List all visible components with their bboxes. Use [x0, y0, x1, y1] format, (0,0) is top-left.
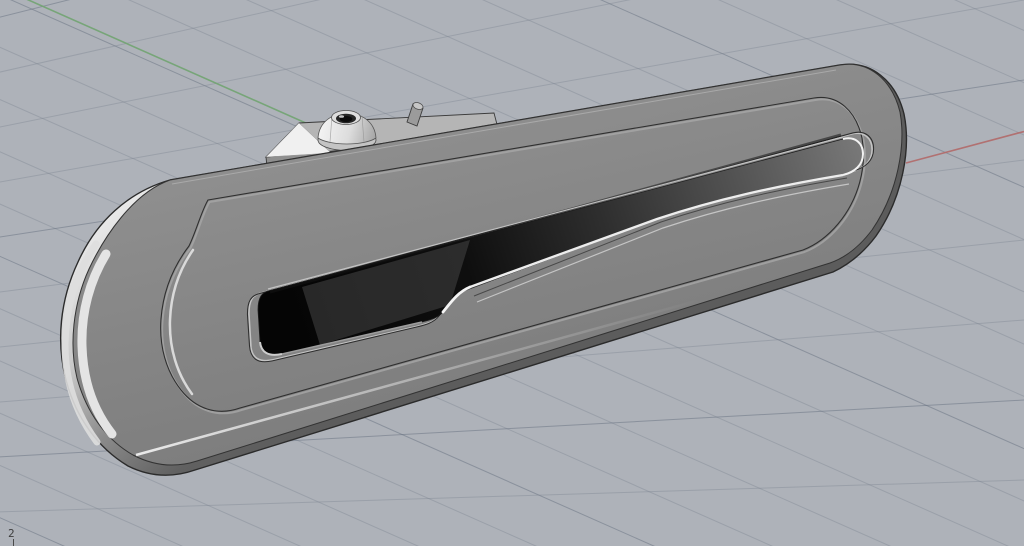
annotation-2-text: 2	[8, 527, 15, 540]
dome-socket-glint	[339, 115, 344, 118]
cad-3d-viewport[interactable]: 2	[0, 0, 1024, 546]
perspective-viewport-canvas[interactable]: 2	[0, 0, 1024, 546]
